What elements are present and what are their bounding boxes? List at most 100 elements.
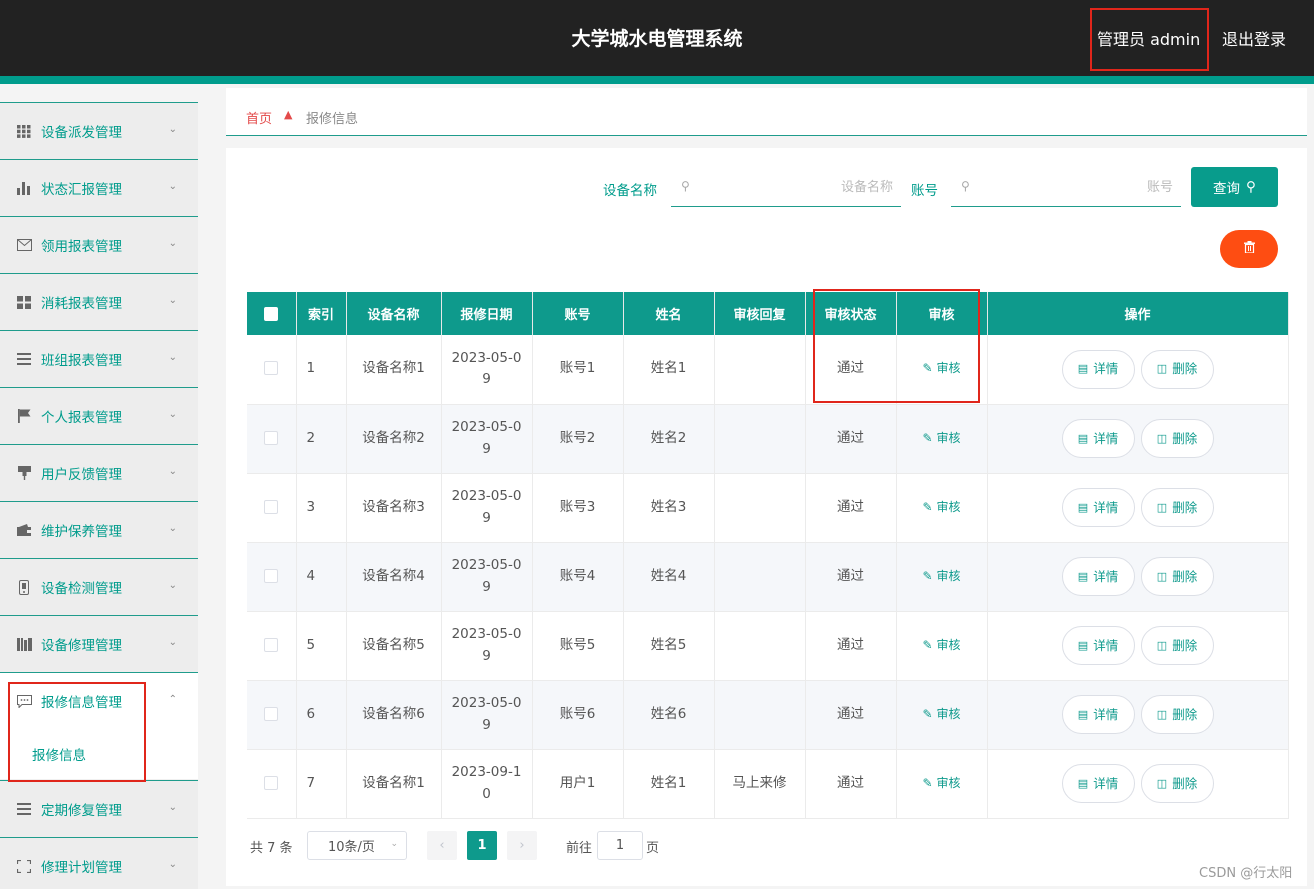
row-checkbox[interactable] bbox=[264, 430, 279, 445]
cell-audit-status: 通过 bbox=[805, 473, 897, 543]
batch-delete-button[interactable] bbox=[1220, 230, 1278, 268]
document-icon: ▤ bbox=[1077, 500, 1089, 514]
list-icon bbox=[16, 352, 32, 366]
sidebar-item-repair-plan[interactable]: 修理计划管理 ⌄ bbox=[0, 837, 198, 889]
chevron-down-icon: ⌄ bbox=[168, 802, 177, 813]
cell-audit-status: 通过 bbox=[805, 680, 897, 750]
audit-link[interactable]: ✎ 审核 bbox=[923, 707, 961, 721]
sidebar-item-device-inspection[interactable]: 设备检测管理 ⌄ bbox=[0, 558, 198, 615]
detail-button[interactable]: ▤ 详情 bbox=[1061, 419, 1135, 458]
tiles-icon bbox=[16, 295, 32, 309]
cell-name: 姓名1 bbox=[623, 335, 715, 405]
cell-index: 4 bbox=[296, 542, 347, 612]
column-header: 报修日期 bbox=[441, 292, 533, 335]
row-checkbox[interactable] bbox=[264, 568, 279, 583]
page-number-current[interactable]: 1 bbox=[467, 831, 497, 860]
detail-button[interactable]: ▤ 详情 bbox=[1061, 349, 1135, 389]
table-highlight-box bbox=[813, 289, 980, 403]
breadcrumb-home[interactable]: 首页 bbox=[246, 108, 272, 127]
trash-icon: ◫ bbox=[1156, 569, 1168, 583]
goto-page-input[interactable] bbox=[597, 831, 643, 860]
sidebar-item-consumption-report[interactable]: 消耗报表管理 ⌄ bbox=[0, 273, 198, 330]
account-input[interactable] bbox=[981, 176, 1173, 198]
delete-button[interactable]: ◫ 删除 bbox=[1140, 349, 1214, 389]
page-size-select[interactable]: 10条/页 ⌄ bbox=[307, 831, 407, 860]
cell-device-name: 设备名称4 bbox=[346, 542, 442, 612]
sidebar-item-personal-report[interactable]: 个人报表管理 ⌄ bbox=[0, 387, 198, 444]
audit-link[interactable]: ✎ 审核 bbox=[923, 431, 961, 445]
date-line-1: 2023-09-1 bbox=[451, 763, 522, 780]
detail-button-label: 详情 bbox=[1093, 568, 1119, 584]
delete-button[interactable]: ◫ 删除 bbox=[1140, 764, 1214, 803]
trash-icon: ◫ bbox=[1156, 707, 1168, 721]
sidebar-item-user-feedback[interactable]: 用户反馈管理 ⌄ bbox=[0, 444, 198, 501]
breadcrumb: 首页 ▲ 报修信息 bbox=[226, 88, 1307, 136]
audit-link-label: 审核 bbox=[936, 637, 961, 652]
row-checkbox[interactable] bbox=[264, 499, 279, 514]
sidebar-item-maintenance[interactable]: 维护保养管理 ⌄ bbox=[0, 501, 198, 558]
sidebar-item-status-report[interactable]: 状态汇报管理 ⌄ bbox=[0, 159, 198, 216]
cell-name: 姓名1 bbox=[623, 749, 715, 819]
detail-button[interactable]: ▤ 详情 bbox=[1061, 695, 1135, 734]
audit-link[interactable]: ✎ 审核 bbox=[923, 776, 961, 790]
logout-link[interactable]: 退出登录 bbox=[1222, 26, 1286, 50]
cell-actions: ▤ 详情 ◫ 删除 bbox=[987, 404, 1289, 474]
row-checkbox[interactable] bbox=[264, 361, 279, 376]
audit-link[interactable]: ✎ 审核 bbox=[923, 500, 961, 514]
row-checkbox[interactable] bbox=[264, 706, 279, 721]
detail-button[interactable]: ▤ 详情 bbox=[1061, 626, 1135, 665]
device-name-input[interactable] bbox=[701, 176, 893, 198]
sidebar-item-label: 状态汇报管理 bbox=[41, 182, 122, 198]
home-icon: ▲ bbox=[284, 108, 293, 121]
sidebar-item-device-repair[interactable]: 设备修理管理 ⌄ bbox=[0, 615, 198, 672]
device-name-label: 设备名称 bbox=[603, 183, 657, 199]
book-icon bbox=[16, 637, 32, 651]
delete-button[interactable]: ◫ 删除 bbox=[1140, 695, 1214, 734]
sidebar-item-requisition-report[interactable]: 领用报表管理 ⌄ bbox=[0, 216, 198, 273]
delete-button[interactable]: ◫ 删除 bbox=[1140, 626, 1214, 665]
account-field: ⚲ bbox=[951, 167, 1181, 207]
sidebar-item-label: 消耗报表管理 bbox=[41, 296, 122, 312]
chevron-down-icon: ⌄ bbox=[168, 523, 177, 534]
row-checkbox[interactable] bbox=[264, 775, 279, 790]
detail-button[interactable]: ▤ 详情 bbox=[1061, 557, 1135, 596]
date-line-2: 0 bbox=[482, 785, 491, 802]
delete-button[interactable]: ◫ 删除 bbox=[1140, 557, 1214, 596]
cell-audit-reply bbox=[714, 404, 806, 474]
table-row: 3 设备名称3 2023-05-0 9 账号3 姓名3 通过 ✎ 审核 ▤ 详情 ◫ 删除 bbox=[247, 473, 1289, 543]
prev-page-button[interactable]: ‹ bbox=[427, 831, 457, 860]
audit-link[interactable]: ✎ 审核 bbox=[923, 569, 961, 583]
select-all-checkbox[interactable] bbox=[264, 306, 279, 321]
detail-button[interactable]: ▤ 详情 bbox=[1061, 764, 1135, 803]
delete-button[interactable]: ◫ 删除 bbox=[1140, 488, 1214, 527]
chevron-down-icon: ⌄ bbox=[168, 409, 177, 420]
row-select-cell bbox=[247, 749, 297, 819]
sidebar-item-label: 领用报表管理 bbox=[41, 239, 122, 255]
row-checkbox[interactable] bbox=[264, 637, 279, 652]
select-all-header bbox=[247, 292, 297, 335]
cell-repair-date: 2023-05-0 9 bbox=[441, 335, 533, 405]
audit-link-label: 审核 bbox=[936, 430, 961, 445]
sidebar-item-periodic-repair[interactable]: 定期修复管理 ⌄ bbox=[0, 780, 198, 837]
delete-button[interactable]: ◫ 删除 bbox=[1140, 419, 1214, 458]
document-icon: ▤ bbox=[1077, 776, 1089, 790]
frame-icon bbox=[16, 859, 32, 873]
trash-icon: ◫ bbox=[1156, 362, 1168, 376]
cell-audit: ✎ 审核 bbox=[896, 542, 988, 612]
date-line-1: 2023-05-0 bbox=[451, 418, 522, 435]
query-button[interactable]: 查询 ⚲ bbox=[1191, 167, 1278, 207]
cell-actions: ▤ 详情 ◫ 删除 bbox=[987, 473, 1289, 543]
cell-audit: ✎ 审核 bbox=[896, 404, 988, 474]
content-panel: 设备名称 ⚲ 账号 ⚲ 查询 ⚲ 索引 设备名称 bbox=[226, 148, 1307, 886]
detail-button[interactable]: ▤ 详情 bbox=[1061, 488, 1135, 527]
sidebar-item-team-report[interactable]: 班组报表管理 ⌄ bbox=[0, 330, 198, 387]
audit-link[interactable]: ✎ 审核 bbox=[923, 638, 961, 652]
next-page-button[interactable]: › bbox=[507, 831, 537, 860]
sidebar-item-device-dispatch[interactable]: 设备派发管理 ⌄ bbox=[0, 102, 198, 159]
date-line-2: 9 bbox=[482, 509, 491, 526]
cell-repair-date: 2023-05-0 9 bbox=[441, 473, 533, 543]
date-line-1: 2023-05-0 bbox=[451, 487, 522, 504]
cell-repair-date: 2023-05-0 9 bbox=[441, 611, 533, 681]
cell-index: 2 bbox=[296, 404, 347, 474]
column-header: 账号 bbox=[532, 292, 624, 335]
